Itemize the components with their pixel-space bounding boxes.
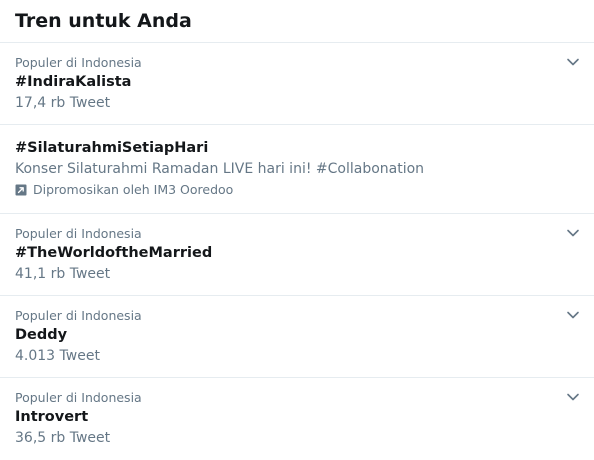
- trend-title: Introvert: [15, 409, 89, 425]
- trend-tweet-count: 17,4 rb Tweet: [15, 95, 111, 111]
- trend-context: Populer di Indonesia: [15, 55, 142, 70]
- trend-tweet-count: 36,5 rb Tweet: [15, 430, 111, 446]
- trend-description: Konser Silaturahmi Ramadan LIVE hari ini…: [15, 161, 425, 177]
- panel-title: Tren untuk Anda: [15, 10, 192, 32]
- trend-title: #SilaturahmiSetiapHari: [15, 140, 209, 156]
- chevron-down-icon[interactable]: [566, 390, 580, 404]
- trend-context: Populer di Indonesia: [15, 390, 142, 405]
- trend-item[interactable]: Populer di Indonesia Deddy 4.013 Tweet: [0, 296, 594, 378]
- trend-title: Deddy: [15, 327, 68, 343]
- promoted-text: Dipromosikan oleh IM3 Ooredoo: [33, 182, 234, 197]
- trends-header: Tren untuk Anda: [0, 0, 594, 43]
- chevron-down-icon[interactable]: [566, 308, 580, 322]
- trends-panel: Tren untuk Anda Populer di Indonesia #In…: [0, 0, 594, 458]
- trend-item[interactable]: Populer di Indonesia #IndiraKalista 17,4…: [0, 43, 594, 125]
- trend-context: Populer di Indonesia: [15, 308, 142, 323]
- chevron-down-icon[interactable]: [566, 55, 580, 69]
- promoted-icon: [15, 184, 27, 196]
- trend-title: #TheWorldoftheMarried: [15, 245, 213, 261]
- trend-item[interactable]: Populer di Indonesia Introvert 36,5 rb T…: [0, 378, 594, 460]
- trend-context: Populer di Indonesia: [15, 226, 142, 241]
- trend-tweet-count: 41,1 rb Tweet: [15, 266, 111, 282]
- chevron-down-icon[interactable]: [566, 226, 580, 240]
- trend-item[interactable]: Populer di Indonesia #TheWorldoftheMarri…: [0, 214, 594, 296]
- promoted-label: Dipromosikan oleh IM3 Ooredoo: [15, 182, 579, 198]
- trend-tweet-count: 4.013 Tweet: [15, 348, 100, 364]
- trend-title: #IndiraKalista: [15, 74, 132, 90]
- promoted-trend-item[interactable]: #SilaturahmiSetiapHari Konser Silaturahm…: [0, 125, 594, 214]
